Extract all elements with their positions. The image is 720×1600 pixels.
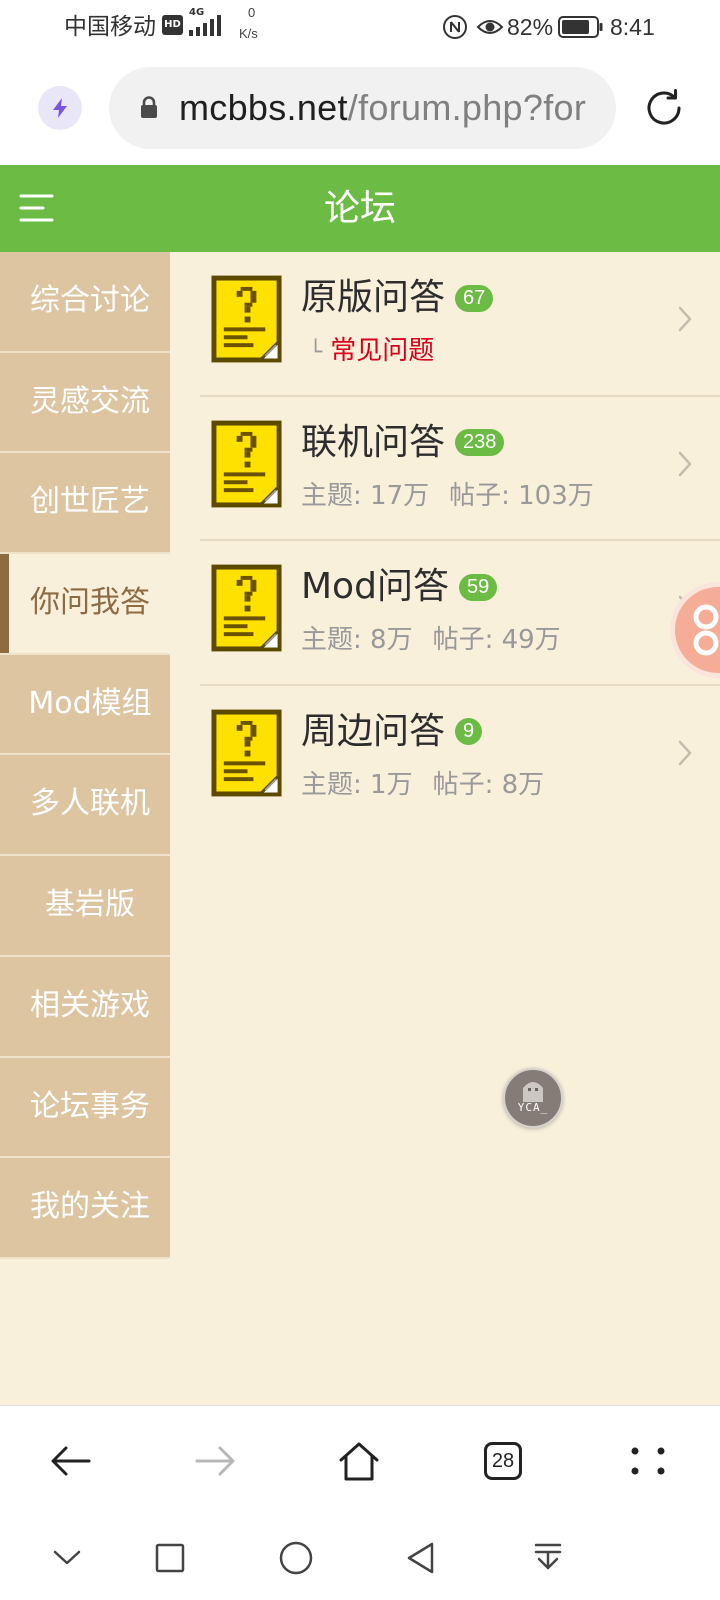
- carrier-name: 中国移动: [64, 14, 156, 40]
- phone-screen: 中国移动 HD 4G 0 K/s 82% 8:41 mcbbs.net/foru…: [0, 0, 720, 1600]
- sidebar-item-related-games[interactable]: 相关游戏: [0, 956, 170, 1058]
- forum-title-line: Mod问答 59: [301, 565, 498, 609]
- topic-count: 主题: 1万: [301, 769, 413, 800]
- nfc-icon: [443, 15, 467, 39]
- system-navigation-bar: [0, 1520, 720, 1600]
- floating-avatar[interactable]: YCA_: [503, 1068, 563, 1128]
- url-path: /forum.php?for: [347, 87, 587, 128]
- forum-stats: 主题: 17万 帖子: 103万: [301, 480, 594, 512]
- new-post-badge: 67: [455, 284, 494, 312]
- forum-name: 联机问答: [301, 421, 446, 463]
- forward-arrow-icon[interactable]: [193, 1444, 237, 1478]
- url-bar[interactable]: mcbbs.net/forum.php?for: [109, 67, 616, 149]
- forum-row[interactable]: Mod问答 59 主题: 8万 帖子: 49万: [170, 541, 720, 686]
- collapse-chevron-icon[interactable]: [53, 1550, 81, 1566]
- forum-title-line: 周边问答 9: [301, 710, 483, 754]
- chevron-right-icon: [678, 451, 692, 476]
- sidebar-item-multiplayer[interactable]: 多人联机: [0, 755, 170, 857]
- reload-icon[interactable]: [642, 86, 686, 130]
- clock-time: 8:41: [610, 14, 655, 40]
- chevron-right-icon: [678, 306, 692, 332]
- sidebar-item-creation[interactable]: 创世匠艺: [0, 453, 170, 555]
- net-speed-value: 0: [248, 5, 256, 20]
- more-dots-icon[interactable]: [630, 1446, 666, 1476]
- sidebar-item-mods[interactable]: Mod模组: [0, 654, 170, 756]
- topic-count: 主题: 17万: [301, 480, 430, 511]
- new-post-badge: 9: [455, 718, 483, 745]
- sidebar-item-inspiration[interactable]: 灵感交流: [0, 352, 170, 454]
- forum-stats: 主题: 1万 帖子: 8万: [301, 769, 544, 801]
- forum-list: 原版问答 67 └ 常见问题 联机问答 238 主题: 17万 帖子: 103万…: [170, 252, 720, 830]
- back-arrow-icon[interactable]: [49, 1444, 93, 1478]
- notification-pull-icon[interactable]: [533, 1542, 563, 1574]
- question-note-icon: [211, 564, 282, 652]
- topic-count: 主题: 8万: [301, 625, 413, 655]
- home-circle-icon[interactable]: [279, 1541, 313, 1575]
- avatar-text: YCA_: [517, 1101, 549, 1114]
- back-triangle-icon[interactable]: [406, 1542, 436, 1574]
- forum-header: 论坛: [0, 165, 720, 252]
- site-info-button[interactable]: [38, 86, 82, 130]
- new-post-badge: 59: [458, 573, 498, 601]
- recents-square-icon[interactable]: [155, 1543, 185, 1573]
- forum-stats: 主题: 8万 帖子: 49万: [301, 624, 561, 656]
- eye-comfort-icon: [476, 20, 504, 34]
- sidebar-item-qa[interactable]: 你问我答: [0, 554, 170, 655]
- net-speed-unit: K/s: [239, 26, 258, 41]
- forum-name: Mod问答: [301, 566, 449, 607]
- status-bar: 中国移动 HD 4G 0 K/s 82% 8:41: [0, 0, 720, 54]
- subforum-marker: └: [309, 340, 323, 365]
- avatar-figure-icon: [523, 1082, 543, 1102]
- question-note-icon: [211, 709, 282, 796]
- new-post-badge: 238: [455, 429, 505, 456]
- forum-title-line: 联机问答 238: [301, 421, 505, 465]
- sidebar-item-forum-affairs[interactable]: 论坛事务: [0, 1057, 170, 1159]
- tab-switcher-button[interactable]: 28: [484, 1442, 522, 1480]
- forum-content: 综合讨论 灵感交流 创世匠艺 你问我答 Mod模组 多人联机 基岩版 相关游戏 …: [0, 252, 720, 1405]
- floating-app-bubble[interactable]: [668, 580, 720, 680]
- home-icon[interactable]: [337, 1440, 381, 1482]
- question-note-icon: [211, 420, 282, 507]
- sidebar-item-general[interactable]: 综合讨论: [0, 252, 170, 353]
- lock-icon: [141, 96, 157, 118]
- forum-row[interactable]: 联机问答 238 主题: 17万 帖子: 103万: [170, 397, 720, 541]
- subforum-link[interactable]: 常见问题: [330, 336, 434, 366]
- post-count: 帖子: 8万: [432, 769, 545, 800]
- forum-name: 周边问答: [301, 710, 446, 752]
- subforum-line: └ 常见问题: [301, 335, 434, 367]
- forum-name: 原版问答: [301, 277, 446, 318]
- post-count: 帖子: 103万: [449, 480, 594, 511]
- forum-row[interactable]: 原版问答 67 └ 常见问题: [170, 252, 720, 397]
- url-domain: mcbbs.net: [179, 87, 348, 128]
- category-sidebar: 综合讨论 灵感交流 创世匠艺 你问我答 Mod模组 多人联机 基岩版 相关游戏 …: [0, 252, 170, 1259]
- page-title: 论坛: [323, 188, 396, 229]
- url-text[interactable]: mcbbs.net/forum.php?for: [179, 67, 600, 149]
- lightning-icon: [53, 98, 67, 118]
- hd-badge: HD: [162, 15, 183, 35]
- forum-row[interactable]: 周边问答 9 主题: 1万 帖子: 8万: [170, 686, 720, 831]
- sidebar-item-bedrock[interactable]: 基岩版: [0, 856, 170, 957]
- chevron-right-icon: [678, 740, 692, 765]
- question-note-icon: [211, 275, 282, 363]
- browser-toolbar: 28: [0, 1406, 720, 1520]
- forum-title-line: 原版问答 67: [301, 276, 494, 320]
- battery-icon: [558, 16, 603, 38]
- battery-percent: 82%: [507, 14, 554, 40]
- sidebar-item-following[interactable]: 我的关注: [0, 1158, 170, 1259]
- signal-strength-icon: [189, 15, 221, 36]
- post-count: 帖子: 49万: [432, 625, 561, 655]
